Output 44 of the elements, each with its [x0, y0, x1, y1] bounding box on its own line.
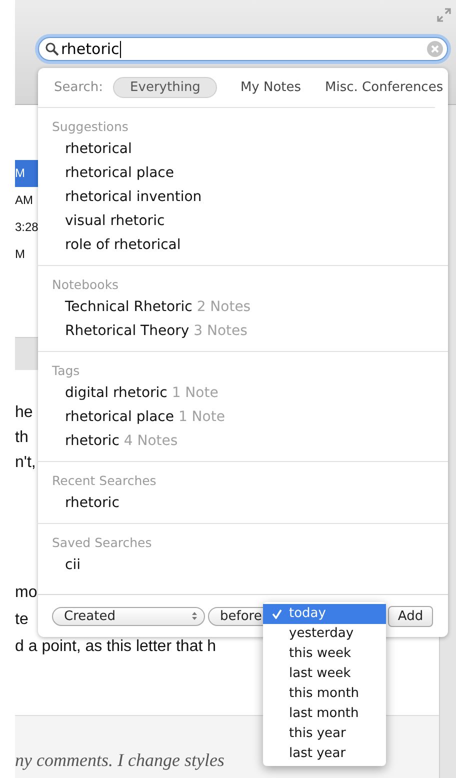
menu-option[interactable]: last week: [263, 664, 386, 684]
scope-tab[interactable]: Everything: [113, 77, 218, 98]
scope-tab[interactable]: My Notes: [239, 77, 302, 98]
suggestion-item[interactable]: rhetorical: [52, 137, 434, 161]
note-text: te: [15, 610, 28, 630]
note-text: d a point, as this letter that h: [15, 637, 216, 657]
suggestion-item[interactable]: cii: [52, 553, 434, 577]
section-header: Saved Searches: [52, 534, 153, 552]
menu-option[interactable]: yesterday: [263, 624, 386, 644]
suggestion-item[interactable]: rhetoric: [52, 491, 434, 515]
menu-option[interactable]: this year: [263, 724, 386, 744]
expand-icon[interactable]: [437, 8, 451, 22]
scope-label: Search:: [54, 80, 104, 95]
note-text: n't,: [15, 453, 36, 473]
section-header: Suggestions: [52, 118, 130, 136]
menu-option[interactable]: this month: [263, 684, 386, 704]
clear-icon[interactable]: [427, 41, 443, 57]
add-button[interactable]: Add: [388, 606, 433, 626]
suggestion-item[interactable]: Technical Rhetoric 2 Notes: [52, 295, 434, 319]
updown-arrows-icon: [191, 611, 198, 621]
suggestion-item[interactable]: digital rhetoric 1 Note: [52, 381, 434, 405]
suggestion-item[interactable]: visual rhetoric: [52, 209, 434, 233]
search-icon: [45, 42, 59, 56]
note-text: th: [15, 428, 28, 448]
suggestion-item[interactable]: Rhetorical Theory 3 Notes: [52, 319, 434, 343]
suggestion-item[interactable]: rhetorical invention: [52, 185, 434, 209]
menu-option[interactable]: today: [263, 604, 386, 624]
note-text: he: [15, 403, 33, 423]
suggestion-item[interactable]: role of rhetorical: [52, 233, 434, 257]
search-field[interactable]: rhetoric: [38, 37, 448, 61]
footer-text: ny comments. I change styles: [15, 750, 224, 770]
section-header: Tags: [52, 362, 81, 380]
suggestion-item[interactable]: rhetoric 4 Notes: [52, 429, 434, 453]
scope-tab[interactable]: Misc. Conferences: [324, 77, 444, 98]
suggestion-item[interactable]: rhetorical place 1 Note: [52, 405, 434, 429]
section-header: Notebooks: [52, 276, 120, 294]
menu-option[interactable]: last month: [263, 704, 386, 724]
check-icon: [272, 609, 282, 619]
suggestion-item[interactable]: rhetorical place: [52, 161, 434, 185]
note-text: mo: [15, 583, 38, 603]
field-select[interactable]: Created: [52, 606, 205, 626]
menu-option[interactable]: this week: [263, 644, 386, 664]
menu-option[interactable]: last year: [263, 744, 386, 764]
section-header: Recent Searches: [52, 472, 158, 490]
